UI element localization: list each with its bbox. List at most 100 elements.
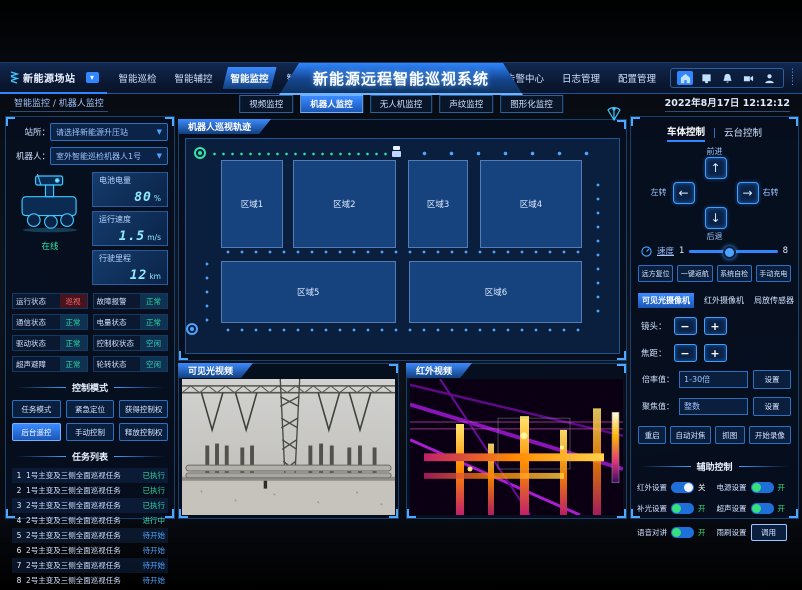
lens-minus-button[interactable]: − xyxy=(674,317,697,335)
control-mode-buttons: 任务模式 紧急定位 获得控制权 后台遥控 手动控制 释放控制权 xyxy=(12,400,168,441)
mileage-stat: 行驶里程 12km xyxy=(92,250,168,285)
alarm-icon[interactable] xyxy=(719,71,735,85)
fill-light-toggle[interactable] xyxy=(671,503,694,514)
self-check-button[interactable]: 系统自检 xyxy=(717,265,752,282)
station-select[interactable]: 请选择新能源升压站 ▼ xyxy=(50,123,168,141)
tab-pd-sensor[interactable]: 局放传感器 xyxy=(754,295,794,306)
reboot-button[interactable]: 重启 xyxy=(638,426,666,444)
focus-minus-button[interactable]: − xyxy=(674,344,697,362)
robot-position-marker[interactable] xyxy=(392,146,401,158)
task-row[interactable]: 52号主变及三侧全面巡视任务待开始 xyxy=(12,528,168,543)
status-control-right: 控制权状态空闲 xyxy=(93,335,169,351)
emergency-locate-button[interactable]: 紧急定位 xyxy=(66,400,115,418)
turn-right-button[interactable]: → xyxy=(737,182,759,204)
chevron-down-icon[interactable]: ▾ xyxy=(86,72,99,83)
map-region-6[interactable]: 区域6 xyxy=(409,261,582,323)
speed-max: 8 xyxy=(783,246,788,256)
tab-robot-monitor[interactable]: 机器人监控 xyxy=(300,95,363,113)
battery-stat: 电池电量 80% xyxy=(92,172,168,207)
task-row[interactable]: 82号主变及三侧全面巡视任务待开始 xyxy=(12,573,168,588)
turn-right-label: 右转 xyxy=(763,187,779,198)
map-region-2[interactable]: 区域2 xyxy=(293,160,396,248)
voice-intercom-setting: 语音对讲 开 xyxy=(637,524,713,541)
camera-icon[interactable] xyxy=(740,71,756,85)
monitor-icon[interactable] xyxy=(698,71,714,85)
tab-drone-monitor[interactable]: 无人机监控 xyxy=(370,95,433,113)
status-badge: 正常 xyxy=(140,315,167,329)
remote-control-button[interactable]: 后台遥控 xyxy=(12,423,61,441)
acquire-control-button[interactable]: 获得控制权 xyxy=(119,400,168,418)
toggle-state: 开 xyxy=(698,503,706,514)
app-title-banner: 新能源远程智能巡视系统 xyxy=(279,63,523,95)
focus-plus-button[interactable]: + xyxy=(704,344,727,362)
turn-left-button[interactable]: ← xyxy=(673,182,695,204)
autofocus-button[interactable]: 自动对焦 xyxy=(670,426,711,444)
ultrasonic-toggle[interactable] xyxy=(751,503,774,514)
tab-graphic-monitor[interactable]: 图形化监控 xyxy=(500,95,563,113)
speed-slider[interactable] xyxy=(689,250,777,253)
user-icon[interactable] xyxy=(761,71,777,85)
speed-stat: 运行速度 1.5m/s xyxy=(92,211,168,246)
focus-value-input[interactable] xyxy=(679,398,748,415)
infrared-toggle[interactable] xyxy=(671,482,694,493)
speed-label: 速度 xyxy=(657,245,674,257)
map-region-5[interactable]: 区域5 xyxy=(221,261,396,323)
manual-control-button[interactable]: 手动控制 xyxy=(66,423,115,441)
nav-item-log-mgmt[interactable]: 日志管理 xyxy=(554,67,608,89)
status-drive: 驱动状态正常 xyxy=(12,335,88,351)
backward-button[interactable]: ↓ xyxy=(705,207,727,229)
release-control-button[interactable]: 释放控制权 xyxy=(119,423,168,441)
tab-acoustic-monitor[interactable]: 声纹监控 xyxy=(439,95,493,113)
manual-charge-button[interactable]: 手动充电 xyxy=(756,265,791,282)
robot-select[interactable]: 室外智能巡检机器人1号 ▼ xyxy=(50,147,168,165)
station-selector[interactable]: 新能源场站 ▾ xyxy=(0,62,107,94)
speed-slider-knob[interactable] xyxy=(723,246,736,259)
map-region-3[interactable]: 区域3 xyxy=(408,160,468,248)
tab-video-monitor[interactable]: 视频监控 xyxy=(239,95,293,113)
voice-intercom-toggle[interactable] xyxy=(671,527,694,538)
snapshot-button[interactable]: 抓图 xyxy=(715,426,745,444)
zoom-value-input[interactable] xyxy=(679,371,748,388)
map-region-1[interactable]: 区域1 xyxy=(221,160,284,248)
nav-item-aux-control[interactable]: 智能辅控 xyxy=(167,67,221,89)
toggle-state: 开 xyxy=(698,527,706,538)
toggle-state: 关 xyxy=(698,482,706,493)
infrared-setting: 红外设置 关 xyxy=(637,482,713,493)
nav-item-patrol[interactable]: 智能巡检 xyxy=(111,67,165,89)
map-region-4[interactable]: 区域4 xyxy=(480,160,582,248)
task-mode-button[interactable]: 任务模式 xyxy=(12,400,61,418)
lens-plus-button[interactable]: + xyxy=(704,317,727,335)
task-row[interactable]: 42号主变及三侧全面巡视任务进行中 xyxy=(12,513,168,528)
power-toggle[interactable] xyxy=(751,482,774,493)
tab-visible-camera[interactable]: 可见光摄像机 xyxy=(638,293,694,308)
visible-video-feed[interactable] xyxy=(182,379,395,515)
robot-illustration xyxy=(14,172,86,234)
infrared-video-tab: 红外视频 xyxy=(406,363,472,378)
substation-photo xyxy=(182,379,395,515)
nav-item-config-mgmt[interactable]: 配置管理 xyxy=(610,67,664,89)
focus-set-button[interactable]: 设置 xyxy=(753,397,791,416)
tab-infrared-camera[interactable]: 红外摄像机 xyxy=(704,295,744,306)
patrol-map[interactable]: 区域1 区域2 区域3 区域4 区域5 区域6 xyxy=(185,138,620,354)
task-row[interactable]: 72号主变及三侧全面巡视任务待开始 xyxy=(12,558,168,573)
one-key-return-button[interactable]: 一键返航 xyxy=(677,265,712,282)
infrared-video-feed[interactable] xyxy=(410,379,623,515)
zoom-set-button[interactable]: 设置 xyxy=(753,370,791,389)
remote-reset-button[interactable]: 远方复位 xyxy=(638,265,673,282)
task-row[interactable]: 32号主变及三侧全面巡视任务已执行 xyxy=(12,498,168,513)
tab-gimbal-control[interactable]: 云台控制 xyxy=(724,125,762,141)
quick-buttons: 远方复位 一键返航 系统自检 手动充电 xyxy=(638,265,791,282)
tab-body-control[interactable]: 车体控制 xyxy=(667,124,705,142)
visible-video-tab: 可见光视频 xyxy=(178,363,253,378)
speed-min: 1 xyxy=(679,246,684,256)
task-row[interactable]: 62号主变及三侧全面巡视任务待开始 xyxy=(12,543,168,558)
forward-button[interactable]: ↑ xyxy=(705,157,727,179)
start-record-button[interactable]: 开始录像 xyxy=(749,426,791,444)
task-row[interactable]: 11号主变及三侧全面巡视任务已执行 xyxy=(12,468,168,483)
home-icon[interactable] xyxy=(677,71,693,85)
zoom-value-row: 倍率值： 设置 xyxy=(638,370,791,389)
status-ultrasonic: 超声避障正常 xyxy=(12,356,88,372)
nav-item-monitor[interactable]: 智能监控 xyxy=(223,67,277,89)
task-row[interactable]: 21号主变及三侧全面巡视任务已执行 xyxy=(12,483,168,498)
wiper-call-button[interactable]: 调用 xyxy=(751,524,787,541)
